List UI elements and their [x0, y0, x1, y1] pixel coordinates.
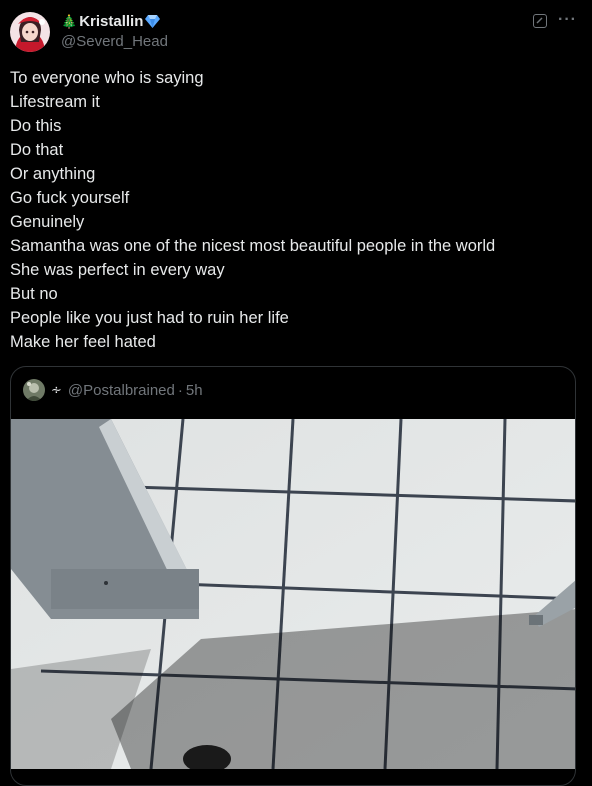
- tweet-line: But no: [10, 285, 58, 303]
- author-display-name[interactable]: 🎄 Kristallin: [61, 13, 161, 30]
- quoted-badge-icon: ∻: [51, 382, 62, 397]
- quoted-tweet-header: ∻ @Postalbrained · 5h: [23, 379, 203, 401]
- tweet-line: To everyone who is saying: [10, 69, 204, 87]
- gem-icon: [145, 15, 161, 28]
- author-avatar-image: [10, 12, 50, 52]
- more-horizontal-icon[interactable]: ···: [558, 11, 577, 29]
- quoted-author-handle[interactable]: @Postalbrained: [68, 382, 175, 399]
- tweet-line: She was perfect in every way: [10, 261, 225, 279]
- tweet-line: Samantha was one of the nicest most beau…: [10, 237, 496, 255]
- tweet-line: Go fuck yourself: [10, 189, 130, 207]
- tweet-line: Do this: [10, 117, 62, 135]
- tweet-line: Do that: [10, 141, 64, 159]
- quoted-media-photo[interactable]: [11, 418, 575, 773]
- tweet-text: To everyone who is saying Lifestream it …: [10, 66, 580, 354]
- tweet-line: Make her feel hated: [10, 333, 156, 351]
- author-avatar[interactable]: [10, 12, 50, 52]
- tweet-line: Genuinely: [10, 213, 85, 231]
- edit-square-icon[interactable]: [533, 14, 547, 28]
- tweet-line: People like you just had to ruin her lif…: [10, 309, 289, 327]
- quoted-author-avatar[interactable]: [23, 379, 45, 401]
- tweet-line: Lifestream it: [10, 93, 100, 111]
- quoted-timestamp[interactable]: 5h: [186, 382, 203, 399]
- author-handle[interactable]: @Severd_Head: [61, 33, 168, 50]
- quoted-tweet-card[interactable]: ∻ @Postalbrained · 5h: [10, 366, 576, 786]
- christmas-tree-emoji: 🎄: [61, 13, 78, 29]
- author-name-text[interactable]: Kristallin: [79, 13, 143, 30]
- quoted-separator: ·: [177, 381, 183, 399]
- tweet-line: Or anything: [10, 165, 96, 183]
- tiled-floor-photo: [11, 418, 575, 773]
